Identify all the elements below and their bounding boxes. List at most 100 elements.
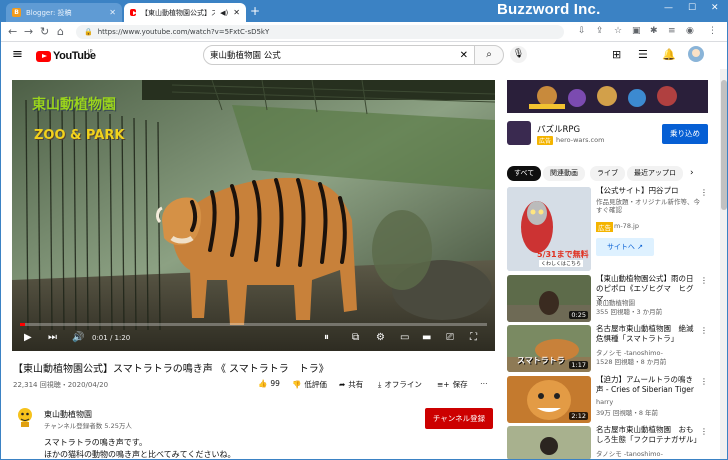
download-icon: ⤓ bbox=[378, 379, 382, 389]
next-icon[interactable]: ⏭ bbox=[48, 332, 57, 343]
create-video-icon[interactable]: ⊞ bbox=[612, 48, 621, 61]
thumb-caption: スマトラトラ bbox=[517, 356, 565, 365]
account-avatar[interactable] bbox=[688, 46, 704, 62]
more-actions-button[interactable]: ⋯ bbox=[480, 379, 488, 388]
bookmark-star-icon[interactable]: ☆ bbox=[614, 26, 622, 36]
search-query: 東山動植物園 公式 bbox=[210, 51, 281, 61]
play-icon[interactable]: ▶ bbox=[24, 332, 32, 343]
related-channel: タノシモ -tanoshimo- bbox=[596, 450, 663, 458]
close-icon[interactable]: ✕ bbox=[109, 8, 116, 17]
site-button-label: サイトへ bbox=[606, 243, 635, 251]
menu-icon[interactable]: ⋮ bbox=[708, 26, 717, 36]
like-button[interactable]: 👍 99 bbox=[258, 379, 280, 388]
ad-app-icon[interactable] bbox=[507, 121, 531, 145]
mic-icon: 🎙 bbox=[512, 49, 525, 59]
volume-icon[interactable]: 🔊 bbox=[72, 332, 84, 343]
translate-icon[interactable]: ▣ bbox=[632, 26, 641, 36]
new-tab-button[interactable]: + bbox=[250, 4, 260, 18]
video-player[interactable]: 東山動植物園 ZOO & PARK ▶ ⏭ 🔊 0:01 / 1:20 ⏸ ⧉ … bbox=[12, 80, 495, 351]
related-channel: harry bbox=[596, 398, 614, 406]
extensions-icon[interactable]: ✱ bbox=[650, 26, 658, 36]
ad-banner[interactable] bbox=[507, 80, 708, 113]
channel-name[interactable]: 東山動植物園 bbox=[44, 409, 92, 420]
related-thumbnail[interactable]: 0:25 bbox=[507, 275, 591, 322]
chip-recent[interactable]: 最近アップロ bbox=[627, 166, 683, 181]
minimize-icon[interactable]: — bbox=[664, 3, 673, 13]
search-input[interactable]: 東山動植物園 公式 ✕ bbox=[203, 45, 475, 65]
related-title[interactable]: 【迫力】アムールトラの鳴き声 - Cries of Siberian Tiger bbox=[596, 375, 700, 395]
profile-icon[interactable]: ◉ bbox=[686, 26, 694, 36]
related-thumbnail[interactable]: スマトラトラ 1:17 bbox=[507, 325, 591, 372]
duration-badge: 0:25 bbox=[569, 311, 588, 319]
theater-mode-icon[interactable]: ▬ bbox=[422, 332, 431, 343]
clear-search-icon[interactable]: ✕ bbox=[460, 50, 468, 61]
chip-live[interactable]: ライブ bbox=[590, 166, 625, 181]
download-icon[interactable]: ⇩ bbox=[578, 26, 586, 36]
scrollbar-thumb[interactable] bbox=[721, 80, 727, 210]
chip-all[interactable]: すべて bbox=[507, 166, 542, 181]
related-thumbnail[interactable]: 2:12 bbox=[507, 376, 591, 423]
notifications-bell-icon[interactable]: 🔔 bbox=[662, 48, 676, 61]
more-vert-icon[interactable]: ⋮ bbox=[700, 326, 708, 335]
more-vert-icon[interactable]: ⋮ bbox=[700, 377, 708, 386]
autoplay-toggle[interactable]: ⏸ bbox=[324, 332, 329, 343]
close-icon[interactable]: ✕ bbox=[233, 8, 240, 17]
save-button[interactable]: ≡+ 保存 bbox=[437, 379, 468, 390]
reading-list-icon[interactable]: ≡ bbox=[668, 26, 676, 36]
share-icon[interactable]: ⇪ bbox=[596, 26, 604, 36]
ad-site-button[interactable]: サイトへ ↗ bbox=[596, 238, 654, 256]
share-button[interactable]: ➦ 共有 bbox=[339, 379, 363, 390]
related-title[interactable]: 【公式サイト】円谷プロ bbox=[596, 186, 700, 196]
guide-menu-icon[interactable]: ≡ bbox=[12, 47, 23, 62]
time-display: 0:01 / 1:20 bbox=[92, 334, 131, 342]
search-icon: ⌕ bbox=[486, 49, 492, 60]
related-thumbnail[interactable] bbox=[507, 426, 591, 460]
back-icon[interactable]: ← bbox=[8, 25, 17, 38]
offline-label: オフライン bbox=[384, 380, 422, 389]
lock-icon: 🔒 bbox=[84, 28, 93, 36]
more-vert-icon[interactable]: ⋮ bbox=[700, 276, 708, 285]
thumbs-down-icon: 👎 bbox=[292, 380, 302, 389]
brand-label: Buzzword Inc. bbox=[497, 1, 601, 18]
home-icon[interactable]: ⌂ bbox=[57, 25, 64, 38]
save-label: 保存 bbox=[452, 380, 468, 389]
subscribe-button[interactable]: チャンネル登録 bbox=[425, 408, 493, 429]
like-count: 99 bbox=[270, 379, 280, 388]
youtube-logo[interactable]: YouTube JP bbox=[36, 49, 96, 62]
dislike-button[interactable]: 👎 低評価 bbox=[292, 379, 327, 390]
more-vert-icon[interactable]: ⋮ bbox=[700, 427, 708, 436]
description-line: スマトラトラの鳴き声です。 bbox=[44, 438, 147, 447]
youtube-header: ≡ YouTube JP 東山動植物園 公式 ✕ ⌕ 🎙 ⊞ ☰ 🔔 bbox=[0, 43, 728, 69]
miniplayer-icon[interactable]: ▭ bbox=[400, 332, 409, 343]
maximize-icon[interactable]: ☐ bbox=[688, 3, 696, 13]
video-title: 【東山動植物園公式】スマトラトラの鳴き声 《 スマトラトラ トラ》 bbox=[13, 364, 329, 375]
forward-icon[interactable]: → bbox=[24, 25, 33, 38]
ad-thumbnail[interactable]: 5/31まで無料 くわしくはこちら bbox=[507, 187, 591, 271]
url-text: https://www.youtube.com/watch?v=5FxtC-sD… bbox=[97, 28, 270, 36]
offline-button[interactable]: ⤓ オフライン bbox=[378, 379, 422, 390]
channel-avatar[interactable] bbox=[15, 406, 35, 428]
ad-domain: hero-wars.com bbox=[556, 136, 605, 144]
duration-badge: 2:12 bbox=[569, 412, 588, 420]
cast-icon[interactable]: ⎚ bbox=[446, 332, 454, 343]
address-bar[interactable]: 🔒 https://www.youtube.com/watch?v=5FxtC-… bbox=[76, 25, 564, 39]
more-vert-icon[interactable]: ⋮ bbox=[700, 188, 708, 197]
voice-search-button[interactable]: 🎙 bbox=[510, 46, 527, 63]
subtitles-icon[interactable]: ⧉ bbox=[352, 332, 359, 343]
chevron-right-icon[interactable]: › bbox=[690, 168, 694, 178]
chip-related[interactable]: 関連動画 bbox=[543, 166, 585, 181]
search-button[interactable]: ⌕ bbox=[474, 45, 504, 65]
ad-title[interactable]: パズルRPG bbox=[537, 123, 580, 135]
settings-gear-icon[interactable]: ⚙ bbox=[376, 332, 385, 343]
tab-blogger[interactable]: B Blogger: 投稿 ✕ bbox=[6, 3, 122, 22]
tab-youtube[interactable]: 【東山動植物園公式】スマトラトラ ◀) ✕ bbox=[124, 3, 246, 22]
fullscreen-icon[interactable]: ⛶ bbox=[470, 332, 477, 343]
reload-icon[interactable]: ↻ bbox=[40, 25, 49, 38]
related-title[interactable]: 名古屋市東山動植物園 おもしろ生態「フクロテナガザル」 bbox=[596, 425, 701, 445]
close-window-icon[interactable]: ✕ bbox=[711, 3, 719, 13]
apps-icon[interactable]: ☰ bbox=[638, 48, 648, 61]
ad-cta-button[interactable]: 乗り込め bbox=[662, 124, 708, 144]
progress-bar[interactable] bbox=[20, 323, 487, 326]
related-title[interactable]: 名古屋市東山動植物園 絶滅危惧種「スマトラトラ」 bbox=[596, 324, 700, 344]
speaker-icon[interactable]: ◀) bbox=[220, 9, 228, 17]
